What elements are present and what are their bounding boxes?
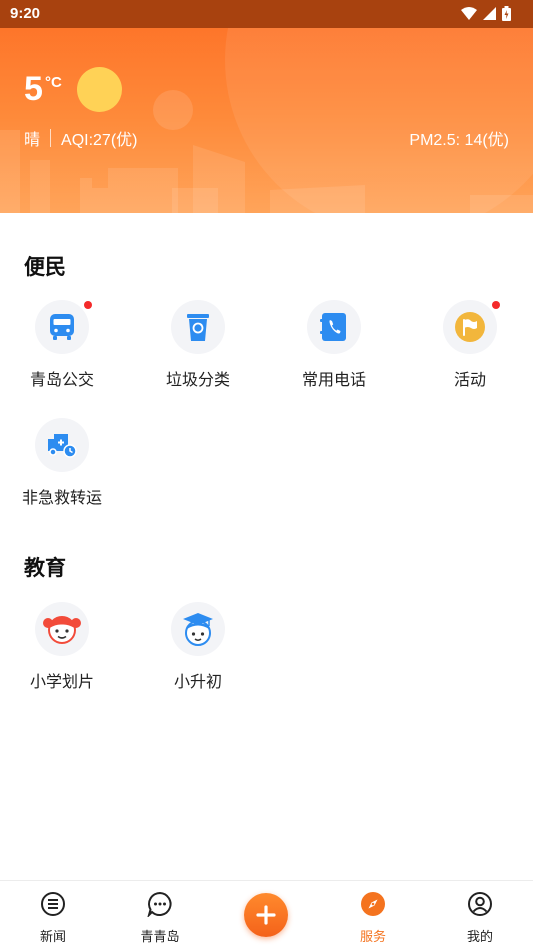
battery-icon	[502, 6, 511, 21]
create-post-button[interactable]	[244, 893, 288, 937]
divider	[50, 129, 52, 147]
service-label: 小学划片	[29, 672, 94, 691]
user-icon	[468, 892, 492, 916]
service-item-bus[interactable]: 青岛公交	[7, 300, 117, 390]
service-item-garbage-sorting[interactable]: 垃圾分类	[143, 300, 253, 390]
status-time: 9:20	[10, 5, 41, 22]
menu-list-icon	[41, 892, 65, 916]
section-title-education: 教育	[24, 556, 66, 580]
status-icons	[461, 6, 511, 21]
signal-icon	[483, 7, 496, 20]
chat-bubble-icon	[147, 891, 172, 919]
service-icon-circle	[171, 300, 225, 354]
section-title-convenience: 便民	[24, 255, 66, 279]
service-label: 小升初	[173, 672, 222, 691]
service-label: 青岛公交	[29, 370, 94, 389]
compass-icon	[361, 892, 385, 916]
service-item-school-district[interactable]: 小学划片	[7, 602, 117, 692]
tab-label: 青青岛	[140, 930, 180, 945]
temperature-value: 5	[24, 70, 43, 108]
city-skyline-background	[0, 0, 533, 213]
temperature-unit: °C	[45, 74, 62, 91]
weather-condition: 晴	[24, 132, 41, 149]
bus-icon	[50, 314, 74, 340]
service-icon-circle	[35, 602, 89, 656]
service-icon-circle	[307, 300, 361, 354]
girl-face-icon	[43, 616, 81, 644]
status-bar: 9:20	[0, 0, 533, 28]
service-item-non-emergency-transfer[interactable]: 非急救转运	[7, 418, 117, 508]
tab-news[interactable]: 新闻	[13, 891, 93, 945]
service-icon-circle	[443, 300, 500, 354]
service-icon-circle	[35, 418, 89, 472]
wifi-icon	[461, 7, 477, 20]
tab-label: 服务	[359, 930, 386, 945]
service-label: 常用电话	[301, 370, 366, 389]
service-icon-circle	[171, 602, 225, 656]
tab-services[interactable]: 服务	[333, 891, 413, 945]
weather-summary: 晴 AQI:27(优)	[24, 126, 137, 150]
service-item-activities[interactable]: 活动	[415, 300, 525, 390]
service-item-primary-to-junior[interactable]: 小升初	[143, 602, 253, 692]
notification-dot	[84, 301, 92, 309]
flag-icon	[455, 312, 485, 342]
graduate-icon	[183, 613, 213, 646]
tab-label: 新闻	[39, 930, 66, 945]
tab-qingqingdao[interactable]: 青青岛	[120, 891, 200, 945]
notification-dot	[492, 301, 500, 309]
plus-icon	[256, 905, 276, 925]
service-icon-circle	[35, 300, 92, 354]
phone-book-icon	[320, 313, 346, 341]
recycle-bin-icon	[187, 314, 209, 341]
sun-icon	[77, 67, 122, 112]
service-label: 非急救转运	[21, 488, 102, 507]
service-label: 活动	[453, 370, 486, 389]
service-label: 垃圾分类	[165, 370, 230, 389]
tab-label: 我的	[466, 930, 493, 945]
tab-mine[interactable]: 我的	[440, 891, 520, 945]
aqi-value: AQI:27(优)	[61, 132, 138, 149]
temperature: 5 °C	[24, 70, 62, 109]
pm25-value: PM2.5: 14(优)	[409, 132, 509, 149]
weather-header: 9:20 5 °C 晴 AQI:27(优) PM2.5: 14(优)	[0, 0, 533, 213]
ambulance-icon	[48, 434, 77, 458]
service-item-common-phones[interactable]: 常用电话	[279, 300, 389, 390]
